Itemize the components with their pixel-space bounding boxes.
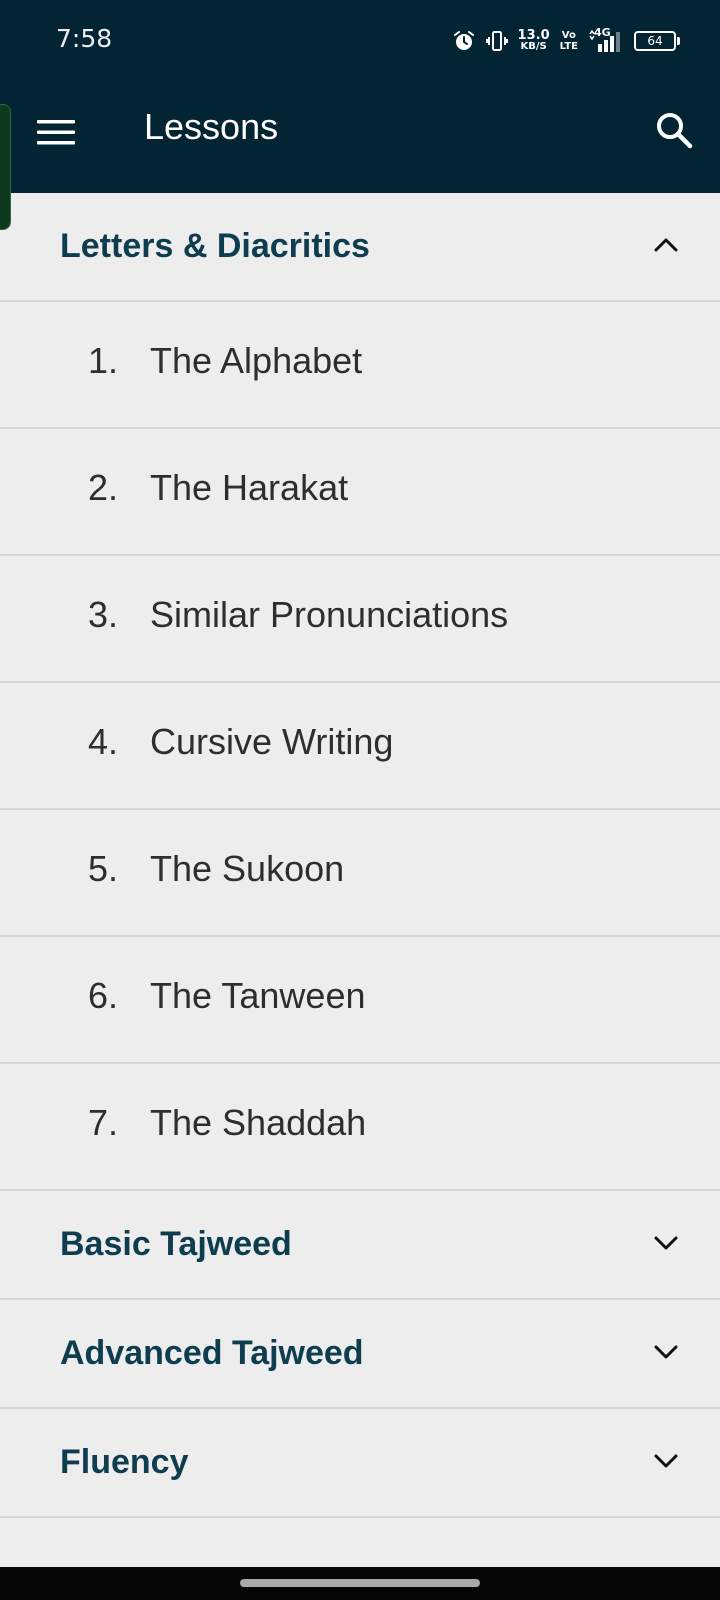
lesson-title: The Harakat (150, 467, 349, 508)
volte-indicator: Vo LTE (560, 30, 578, 52)
network-speed: 13.0 KB/S (517, 28, 550, 52)
search-icon (657, 113, 693, 149)
status-time: 7:58 (56, 24, 113, 53)
section-header-basic-tajweed[interactable]: Basic Tajweed (0, 1191, 720, 1300)
section-header-fluency[interactable]: Fluency (0, 1409, 720, 1518)
battery-indicator: 64 (634, 31, 680, 51)
alarm-icon (453, 31, 474, 50)
network-speed-value: 13.0 (517, 28, 550, 43)
chevron-down-icon (654, 1454, 678, 1468)
lesson-title: The Sukoon (150, 848, 345, 889)
lesson-number: 3. (87, 594, 118, 635)
volte-bottom: LTE (559, 41, 578, 52)
search-button[interactable] (646, 102, 702, 158)
app-bar: Lessons (0, 80, 720, 193)
lesson-number: 2. (87, 467, 118, 508)
status-icons: 13.0 KB/S Vo LTE 4G 64 (452, 24, 680, 58)
lesson-item-similar-pronunciations[interactable]: 3. Similar Pronunciations (0, 556, 720, 683)
lesson-list: Letters & Diacritics 1. The Alphabet 2. … (0, 193, 720, 1518)
network-speed-unit: KB/S (520, 41, 547, 52)
vibrate-icon (485, 31, 508, 51)
page-title: Lessons (144, 106, 279, 147)
lesson-number: 7. (87, 1102, 118, 1143)
lesson-item-the-harakat[interactable]: 2. The Harakat (0, 429, 720, 556)
lesson-number: 6. (87, 975, 118, 1016)
section-title: Fluency (60, 1443, 189, 1481)
lesson-number: 1. (87, 340, 118, 381)
section-header-advanced-tajweed[interactable]: Advanced Tajweed (0, 1300, 720, 1409)
section-title: Advanced Tajweed (60, 1334, 364, 1372)
lesson-item-the-sukoon[interactable]: 5. The Sukoon (0, 810, 720, 937)
menu-button[interactable] (30, 106, 82, 158)
hamburger-menu-icon (37, 120, 75, 145)
home-gesture-handle[interactable] (240, 1579, 480, 1587)
lesson-number: 4. (87, 721, 118, 762)
section-header-letters-diacritics[interactable]: Letters & Diacritics (0, 193, 720, 302)
system-navigation-bar (0, 1567, 720, 1600)
status-bar: 7:58 13.0 KB/S Vo LTE 4G 64 (0, 0, 720, 80)
volte-top: Vo (561, 30, 576, 41)
lesson-title: The Shaddah (150, 1102, 367, 1143)
lesson-title: Cursive Writing (150, 721, 394, 762)
lesson-title: The Tanween (150, 975, 366, 1016)
lesson-item-cursive-writing[interactable]: 4. Cursive Writing (0, 683, 720, 810)
lesson-number: 5. (87, 848, 118, 889)
chevron-up-icon (654, 238, 678, 252)
lesson-item-the-alphabet[interactable]: 1. The Alphabet (0, 302, 720, 429)
lesson-item-the-tanween[interactable]: 6. The Tanween (0, 937, 720, 1064)
section-title: Basic Tajweed (60, 1225, 292, 1263)
lesson-title: Similar Pronunciations (150, 594, 509, 635)
chevron-down-icon (654, 1236, 678, 1250)
signal-strength-icon (589, 29, 620, 52)
chevron-down-icon (654, 1345, 678, 1359)
section-title: Letters & Diacritics (60, 227, 370, 265)
lesson-item-the-shaddah[interactable]: 7. The Shaddah (0, 1064, 720, 1191)
lesson-title: The Alphabet (150, 340, 363, 381)
signal-indicator: 4G (588, 26, 624, 54)
battery-level: 64 (647, 34, 663, 48)
